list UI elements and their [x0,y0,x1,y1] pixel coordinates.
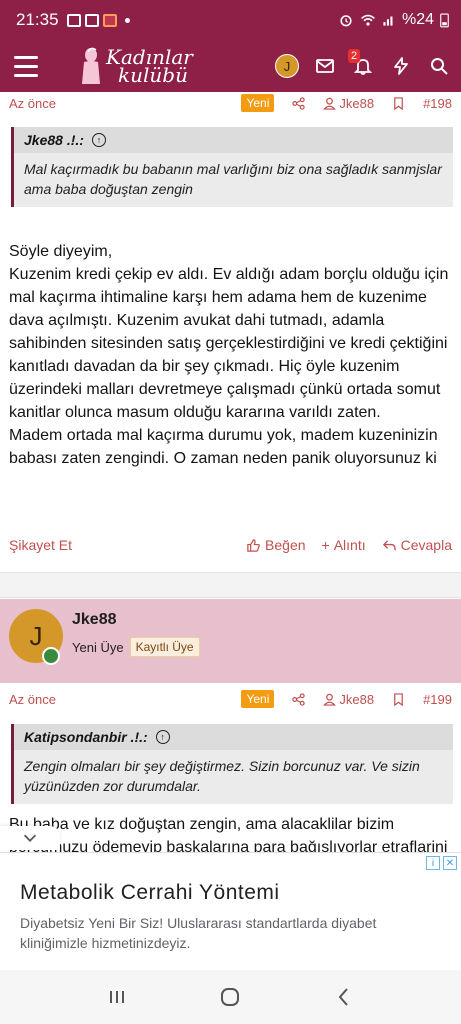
post-time[interactable]: Az önce [9,96,56,111]
recent-apps-icon[interactable] [106,986,128,1008]
ad-description: Diyabetsiz Yeni Bir Siz! Uluslararası st… [20,915,377,951]
logo-figure-icon [82,47,100,84]
activity-bolt-icon[interactable] [389,54,413,78]
alarm-icon [340,15,352,27]
header-actions: J 2 [275,49,461,78]
thumbs-up-icon [247,538,260,552]
report-button[interactable]: Şikayet Et [9,537,72,553]
quote-text: Zengin olmaları bir şey değiştirmez. Siz… [24,758,420,794]
messages-icon[interactable] [313,54,337,78]
status-right: %24 [338,11,449,29]
user-tag-badge: Kayıtlı Üye [129,637,200,657]
reply-icon [382,539,396,550]
user-icon [323,693,337,706]
home-icon[interactable] [219,986,241,1008]
new-badge: Yeni [241,94,275,112]
post-number[interactable]: #199 [423,692,452,707]
app-header: Kadınlar kulübü J 2 [0,40,461,92]
user-icon [323,97,337,110]
quote-author: Jke88 .!.: [24,132,84,148]
plus-icon: + [321,537,330,553]
post-body: Bu baba ve kız doğuştan zengin, ama alac… [9,816,448,853]
logo-line-2: kulübü [118,63,188,87]
post-actions: Şikayet Et Beğen + Alıntı Cevapla [0,533,461,557]
post-author: Jke88 [339,691,375,707]
site-logo[interactable]: Kadınlar kulübü [80,40,193,92]
post-quote: Katipsondanbir .!.: ↑ Zengin olmaları bi… [11,724,453,804]
status-bar: 21:35 %24 [0,0,461,40]
battery-level: %24 [401,11,434,28]
go-to-quote-icon[interactable]: ↑ [155,730,170,744]
notification-count-badge: 2 [348,49,361,63]
ad-info-icon[interactable]: i [426,856,440,870]
new-badge: Yeni [241,690,275,708]
ad-banner[interactable]: i ✕ Metabolik Cerrahi Yöntemi Diyabetsiz… [0,852,461,970]
more-notifications-icon [124,17,130,23]
battery-icon [440,13,449,28]
post-quote: Jke88 .!.: ↑ Mal kaçırmadık bu babanın m… [11,127,453,207]
user-rank: Yeni Üye [72,639,124,655]
quote-button[interactable]: + Alıntı [322,537,366,553]
system-nav-bar [0,970,461,1024]
post-number[interactable]: #198 [423,96,452,111]
quote-header[interactable]: Katipsondanbir .!.: ↑ [14,724,453,750]
post-separator [0,572,461,598]
signal-icon [383,16,393,26]
wifi-icon [361,14,375,26]
bookmark-icon[interactable] [392,692,405,706]
ad-collapse-button[interactable] [0,826,60,850]
notifications-icon[interactable]: 2 [348,49,375,78]
go-to-quote-icon[interactable]: ↑ [91,133,106,147]
mail-notification-icon [66,13,81,27]
ad-close-icon[interactable]: ✕ [443,856,457,870]
bookmark-icon[interactable] [392,96,405,110]
share-icon[interactable] [292,692,306,706]
status-notification-icons [66,13,130,27]
quote-author: Katipsondanbir .!.: [24,729,148,745]
like-button[interactable]: Beğen [246,537,306,553]
post-meta-199: Az önce Yeni Jke88 #199 [0,688,461,710]
ad-title[interactable]: Metabolik Cerrahi Yöntemi [20,881,280,905]
post-author: Jke88 [339,95,375,111]
back-icon[interactable] [333,986,355,1008]
post-author-link[interactable]: Jke88 [323,692,374,707]
post-time[interactable]: Az önce [9,692,56,707]
quote-header[interactable]: Jke88 .!.: ↑ [14,127,453,153]
app-notification-icon [102,13,117,27]
post-body: Söyle diyeyim, Kuzenim kredi çekip ev al… [9,243,449,467]
post-author-link[interactable]: Jke88 [323,96,374,111]
post-meta-198: Az önce Yeni Jke88 #198 [0,92,461,114]
menu-icon[interactable] [0,40,52,92]
user-name[interactable]: Jke88 [72,611,117,629]
share-icon[interactable] [292,96,306,110]
search-icon[interactable] [427,54,451,78]
chevron-down-icon [23,834,37,842]
quote-text: Mal kaçırmadık bu babanın mal varlığını … [24,161,442,197]
gallery-notification-icon [84,13,99,27]
online-status-icon [42,647,60,665]
user-avatar[interactable]: J [275,54,299,78]
status-time: 21:35 [16,10,59,29]
post-user-card: J Jke88 Yeni Üye Kayıtlı Üye [0,599,461,683]
reply-button[interactable]: Cevapla [382,537,452,553]
logo-text: Kadınlar kulübü [106,47,193,87]
